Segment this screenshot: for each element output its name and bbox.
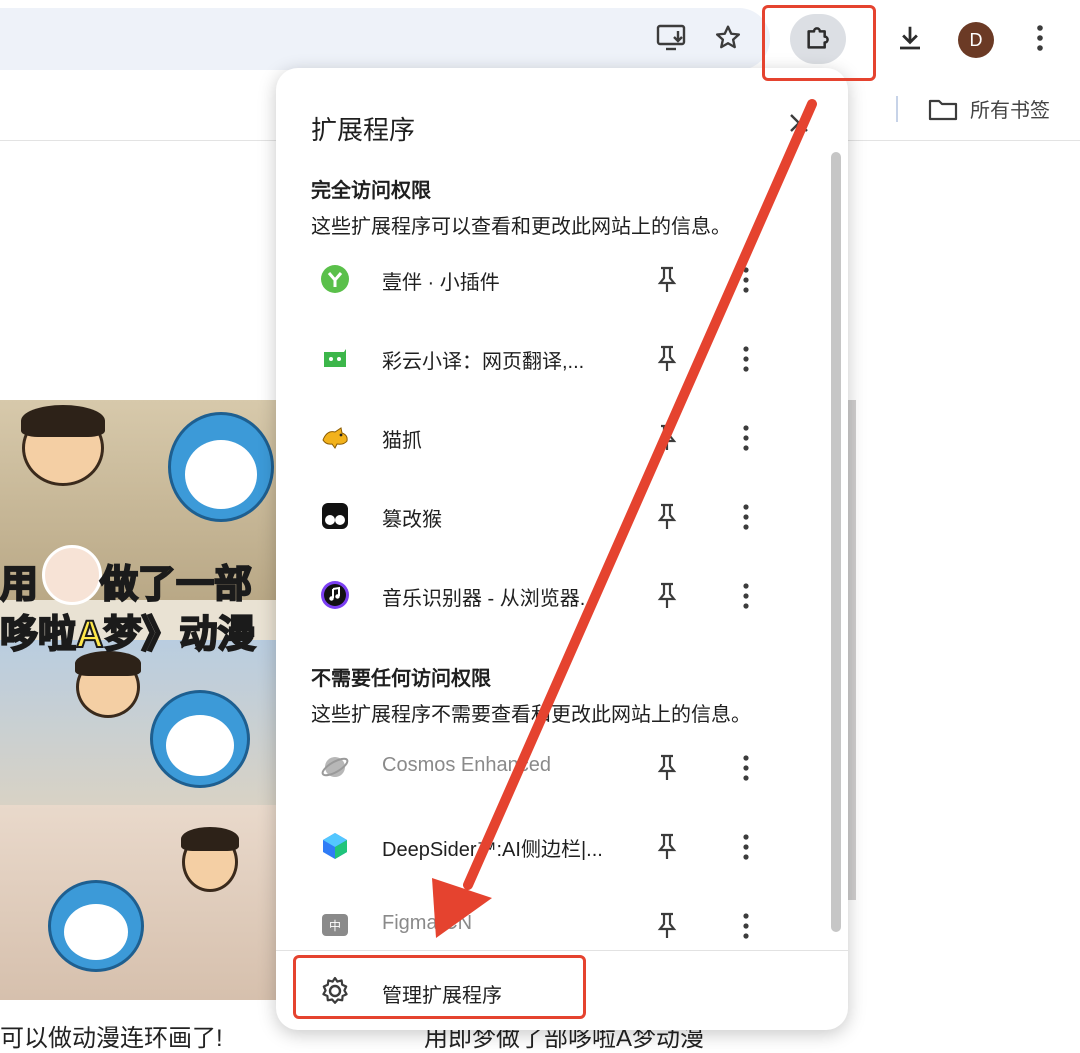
close-icon[interactable] [784,108,814,138]
all-bookmarks-label: 所有书签 [970,100,1050,122]
more-options-icon[interactable] [736,264,756,296]
no-access-heading: 不需要任何访问权限 [311,668,491,690]
pin-icon[interactable] [654,581,680,611]
more-options-icon[interactable] [736,580,756,612]
all-bookmarks-button[interactable]: 所有书签 [928,94,1050,123]
more-options-icon[interactable] [736,831,756,863]
popup-title: 扩展程序 [311,115,416,145]
caption-line1b: 做了一部 [99,563,253,607]
nobita-figure [21,405,105,486]
pin-icon[interactable] [654,423,680,453]
profile-initial: D [969,29,983,50]
more-options-icon[interactable] [736,910,756,942]
full-access-heading: 完全访问权限 [311,180,431,202]
extension-name: DeepSider™:AI侧边栏|... [382,839,603,861]
doraemon-figure-3 [48,880,144,972]
article-cover-image[interactable] [0,400,276,1000]
bookmark-star-icon[interactable] [706,16,750,60]
caption-line1: 用 [0,563,39,607]
scrollbar-thumb[interactable] [831,152,841,932]
doraemon-figure-2 [150,690,250,788]
extension-name: 壹伴 · 小插件 [382,272,500,294]
extension-name: 猫抓 [382,430,422,452]
extension-name: Cosmos Enhanced [382,754,551,776]
pin-icon[interactable] [654,265,680,295]
deepsider-icon [319,830,351,862]
cosmos-icon [319,751,351,783]
extension-name: 篡改猴 [382,509,442,531]
no-access-description: 这些扩展程序不需要查看和更改此网站上的信息。 [311,704,751,726]
more-options-icon[interactable] [736,752,756,784]
full-access-description: 这些扩展程序可以查看和更改此网站上的信息。 [311,216,731,238]
extension-row[interactable]: 篡改猴 [276,481,816,551]
extension-row[interactable]: 猫抓 [276,402,816,472]
svg-text:中: 中 [329,918,341,933]
maozhua-icon [319,421,351,453]
bookmarks-separator [896,96,898,122]
nobita-figure-2 [75,651,141,718]
pin-icon[interactable] [654,753,680,783]
install-app-icon[interactable] [650,16,694,60]
more-vert-icon[interactable] [1018,16,1062,60]
extensions-menu: 扩展程序 完全访问权限 这些扩展程序可以查看和更改此网站上的信息。 壹伴 · 小… [276,68,848,1030]
cover-caption: 用 做了一部 哆啦A梦》动漫 [0,560,276,660]
pin-icon[interactable] [654,344,680,374]
article-title-left[interactable]: 可以做动漫连环画了! [0,1018,223,1053]
figma-cn-icon: 中 [319,909,351,941]
yiban-icon [319,263,351,295]
page-scroll-edge [848,400,856,900]
folder-icon [928,99,958,120]
more-options-icon[interactable] [736,501,756,533]
extension-row[interactable]: 音乐识别器 - 从浏览器... [276,560,816,630]
extension-row[interactable]: 彩云小译：网页翻译,... [276,323,816,393]
music-recognizer-icon [319,579,351,611]
extension-row[interactable]: 壹伴 · 小插件 [276,244,816,314]
extension-row[interactable]: Cosmos Enhanced [276,732,816,802]
caiyun-icon [319,342,351,374]
extension-name: Figma CN [382,912,473,934]
extensions-button-highlight [762,5,876,81]
pin-icon[interactable] [654,502,680,532]
extension-row[interactable]: DeepSider™:AI侧边栏|... [276,811,816,881]
extension-name: 彩云小译：网页翻译,... [382,351,585,373]
more-options-icon[interactable] [736,343,756,375]
bank-clerk-figure [181,827,239,892]
doraemon-figure [168,412,274,522]
extension-name: 音乐识别器 - 从浏览器... [382,588,597,610]
pin-icon[interactable] [654,911,680,941]
tampermonkey-icon [319,500,351,532]
popup-scrollbar[interactable] [827,152,843,942]
caption-line2: 哆啦A梦》动漫 [0,613,256,657]
pin-icon[interactable] [654,832,680,862]
manage-extensions-highlight [293,955,586,1019]
download-icon[interactable] [888,16,932,60]
more-options-icon[interactable] [736,422,756,454]
avatar[interactable]: D [958,22,994,58]
browser-toolbar: D [0,0,1080,78]
